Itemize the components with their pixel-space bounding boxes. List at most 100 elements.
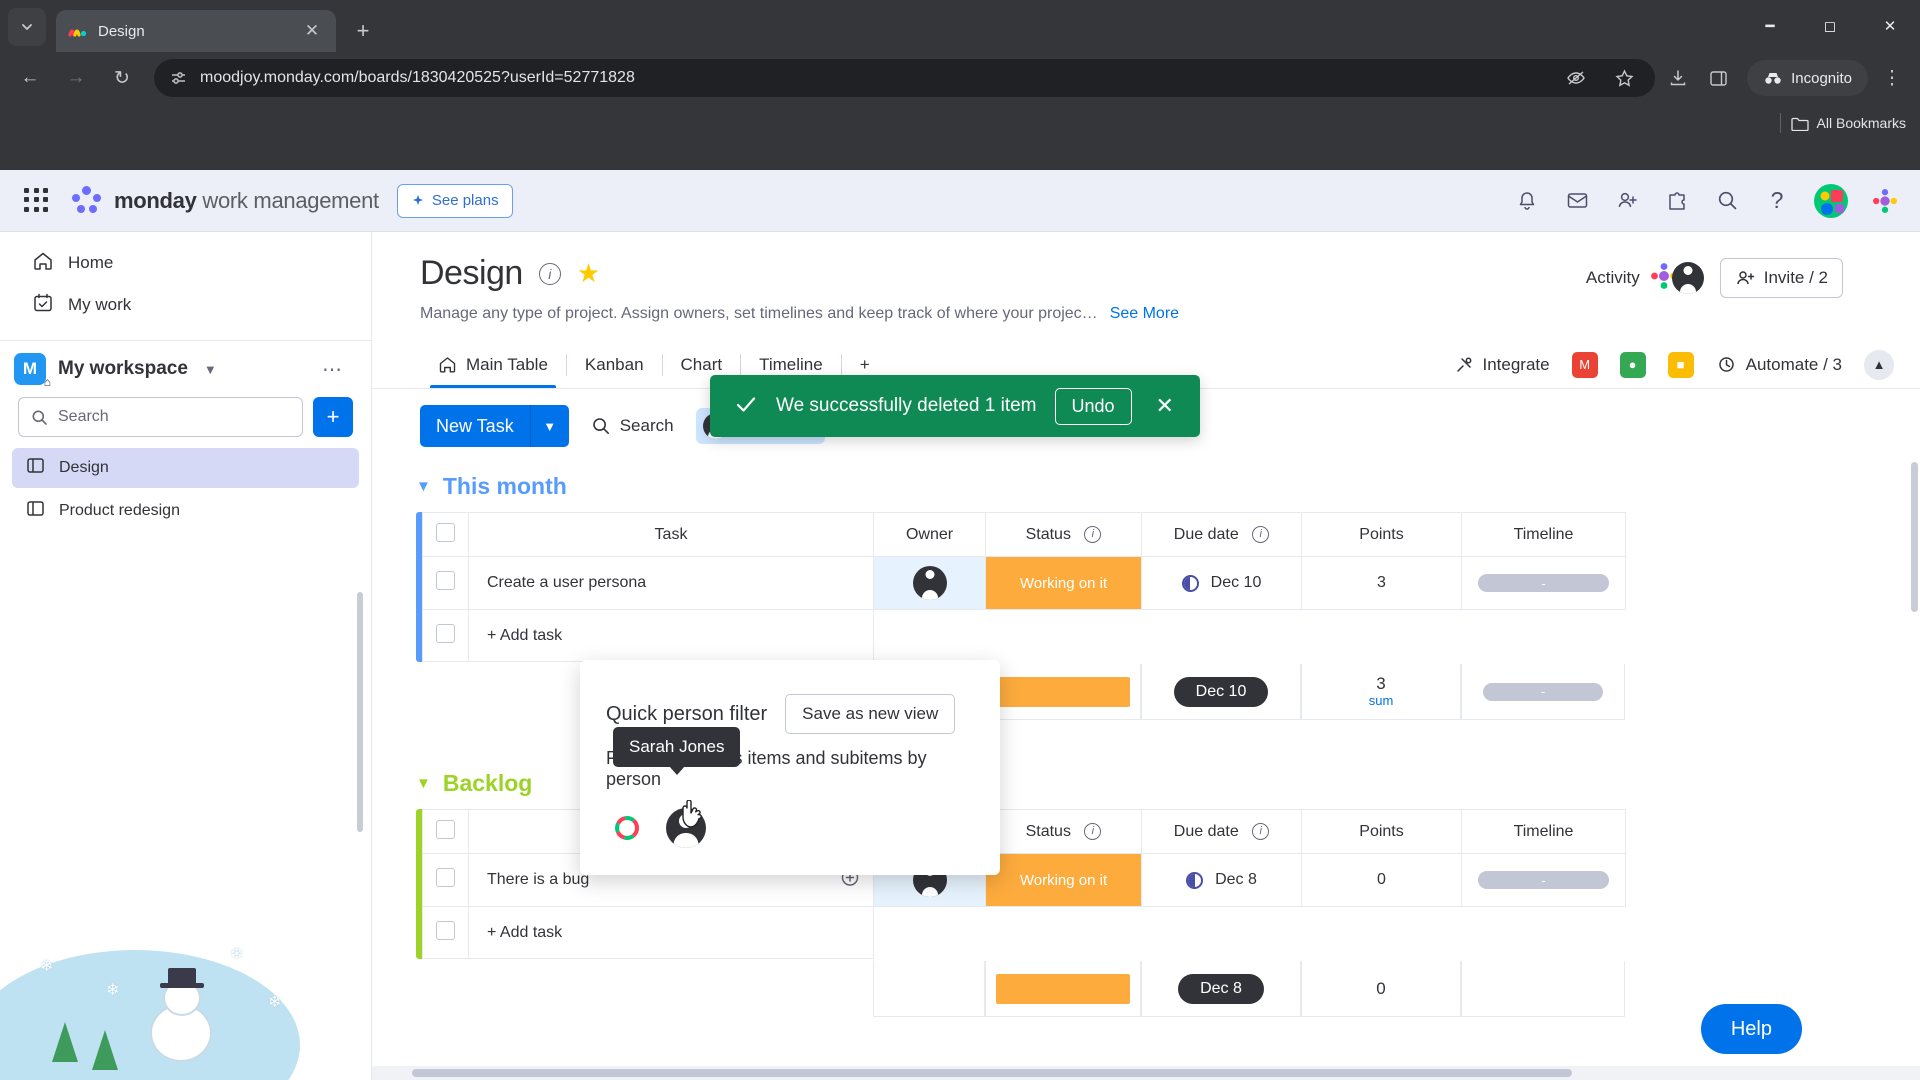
star-filled-icon[interactable]: ★	[577, 258, 600, 289]
column-points[interactable]: Points	[1301, 809, 1462, 854]
timeline-cell[interactable]: -	[1461, 556, 1626, 610]
search-button[interactable]: Search	[591, 416, 674, 436]
search-icon[interactable]	[1714, 188, 1740, 214]
add-task-button[interactable]: + Add task	[468, 609, 874, 662]
column-owner[interactable]: Owner	[873, 512, 986, 557]
close-icon[interactable]: ✕	[1150, 393, 1180, 419]
row-checkbox-cell[interactable]	[422, 906, 469, 959]
add-person-icon[interactable]	[1614, 188, 1640, 214]
add-board-button[interactable]: +	[313, 397, 353, 437]
download-icon[interactable]	[1661, 61, 1695, 95]
browser-menu-button[interactable]: ⋮	[1874, 58, 1910, 98]
rainbow-avatar[interactable]	[610, 811, 644, 845]
integrate-button[interactable]: Integrate	[1454, 355, 1550, 375]
points-cell[interactable]: 3	[1301, 556, 1462, 610]
avatar[interactable]	[1671, 262, 1704, 294]
status-cell[interactable]: Working on it	[985, 853, 1142, 907]
minimize-button[interactable]: ━	[1740, 0, 1800, 52]
sidebar-board-design[interactable]: Design	[12, 448, 359, 488]
add-task-row[interactable]: + Add task	[422, 609, 1626, 662]
board-scrollbar[interactable]	[1911, 462, 1918, 612]
info-icon[interactable]: i	[1084, 822, 1102, 840]
info-icon[interactable]: i	[538, 262, 561, 285]
bookmark-star-icon[interactable]	[1607, 61, 1641, 95]
status-cell[interactable]: Working on it	[985, 556, 1142, 610]
sidebar-item-my-work[interactable]: My work	[18, 284, 353, 326]
monday-brand[interactable]: monday work management	[70, 185, 379, 216]
points-cell[interactable]: 0	[1301, 853, 1462, 907]
automate-button[interactable]: Automate / 3	[1716, 354, 1842, 375]
reload-button[interactable]: ↻	[102, 58, 142, 98]
column-due-date[interactable]: Due date i	[1141, 512, 1302, 557]
sidebar-scrollbar[interactable]	[357, 592, 363, 832]
due-date-cell[interactable]: Dec 10	[1141, 556, 1302, 610]
info-icon[interactable]: i	[1252, 525, 1270, 543]
side-panel-icon[interactable]	[1701, 61, 1735, 95]
select-all-cell[interactable]	[422, 809, 469, 854]
checkbox[interactable]	[436, 623, 455, 643]
task-name-cell[interactable]: Create a user persona	[468, 556, 874, 610]
invite-button[interactable]: Invite / 2	[1719, 258, 1843, 298]
add-task-button[interactable]: + Add task	[468, 906, 874, 959]
sidebar-search-input[interactable]: Search	[18, 397, 303, 437]
checkbox[interactable]	[436, 819, 455, 839]
apps-grid-icon[interactable]	[22, 186, 52, 216]
checkbox[interactable]	[436, 920, 455, 940]
site-settings-icon[interactable]	[168, 68, 188, 88]
table-row[interactable]: Create a user persona Working on it Dec …	[422, 556, 1626, 610]
all-bookmarks-button[interactable]: All Bookmarks	[1790, 115, 1906, 131]
chevron-down-icon[interactable]: ▼	[416, 775, 431, 792]
info-icon[interactable]: i	[1084, 525, 1102, 543]
address-bar[interactable]: moodjoy.monday.com/boards/1830420525?use…	[154, 59, 1656, 97]
checkbox[interactable]	[436, 571, 455, 590]
column-status[interactable]: Status i	[985, 512, 1142, 557]
owner-cell[interactable]	[873, 556, 986, 610]
profile-menu-icon[interactable]	[1872, 188, 1898, 214]
tab-list-button[interactable]	[8, 8, 46, 46]
gmail-integration-icon[interactable]: M	[1571, 351, 1598, 378]
eye-slash-icon[interactable]	[1559, 61, 1593, 95]
inbox-icon[interactable]	[1564, 188, 1590, 214]
info-icon[interactable]: i	[1252, 822, 1270, 840]
chevron-down-icon[interactable]: ▼	[204, 362, 217, 377]
column-task[interactable]: Task	[468, 512, 874, 557]
row-checkbox-cell[interactable]	[422, 609, 469, 662]
workspace-selector[interactable]: M ⌂ My workspace ▼ ⋯	[0, 347, 371, 389]
help-button[interactable]: Help	[1700, 1004, 1802, 1054]
row-checkbox-cell[interactable]	[422, 853, 469, 907]
activity-label[interactable]: Activity	[1586, 268, 1640, 288]
browser-tab[interactable]: Design ✕	[56, 10, 336, 52]
column-due-date[interactable]: Due date i	[1141, 809, 1302, 854]
add-task-row[interactable]: + Add task	[422, 906, 1626, 959]
row-checkbox-cell[interactable]	[422, 556, 469, 610]
tab-main-table[interactable]: Main Table	[420, 341, 566, 388]
chevron-down-icon[interactable]: ▼	[416, 478, 431, 495]
select-all-cell[interactable]	[422, 512, 469, 557]
bell-icon[interactable]	[1514, 188, 1540, 214]
column-timeline[interactable]: Timeline	[1461, 809, 1626, 854]
new-task-button[interactable]: New Task ▼	[420, 405, 569, 447]
maximize-button[interactable]: ◻	[1800, 0, 1860, 52]
close-window-button[interactable]: ✕	[1860, 0, 1920, 52]
back-button[interactable]: ←	[10, 58, 50, 98]
horizontal-scrollbar[interactable]	[372, 1066, 1920, 1080]
checkbox[interactable]	[436, 522, 455, 542]
tab-kanban[interactable]: Kanban	[567, 341, 662, 388]
close-icon[interactable]: ✕	[300, 19, 324, 43]
puzzle-icon[interactable]	[1664, 188, 1690, 214]
chevron-down-icon[interactable]: ▼	[531, 405, 569, 447]
sidebar-board-product-redesign[interactable]: Product redesign	[12, 491, 359, 531]
question-mark-icon[interactable]: ?	[1764, 187, 1790, 214]
chevron-up-icon[interactable]: ▲	[1864, 349, 1894, 380]
column-timeline[interactable]: Timeline	[1461, 512, 1626, 557]
calendar-integration-icon[interactable]: ●	[1619, 351, 1646, 378]
checkbox[interactable]	[436, 868, 455, 887]
column-points[interactable]: Points	[1301, 512, 1462, 557]
sidebar-item-home[interactable]: Home	[18, 242, 353, 284]
see-plans-button[interactable]: See plans	[396, 183, 513, 218]
forward-button[interactable]: →	[56, 58, 96, 98]
column-status[interactable]: Status i	[985, 809, 1142, 854]
avatar[interactable]	[912, 566, 947, 600]
drive-integration-icon[interactable]: ■	[1667, 351, 1694, 378]
due-date-cell[interactable]: Dec 8	[1141, 853, 1302, 907]
